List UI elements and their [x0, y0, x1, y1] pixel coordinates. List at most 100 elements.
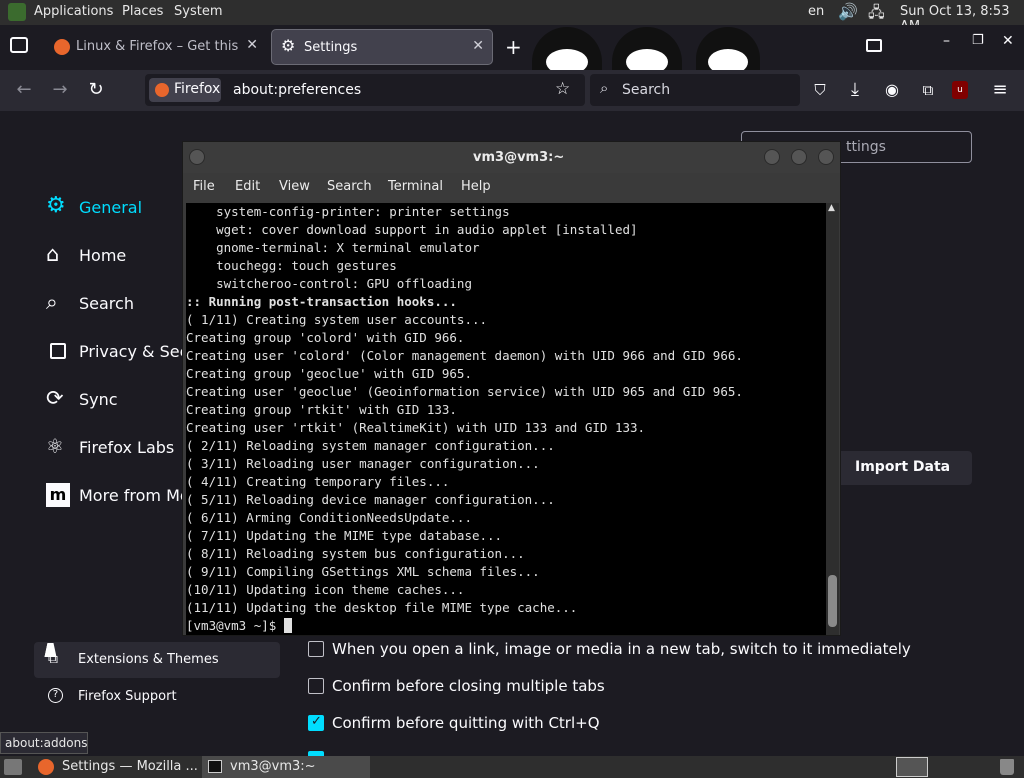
- terminal-line: Creating user 'geoclue' (Geoinformation …: [186, 384, 743, 399]
- tooltip-text: about:addons: [5, 736, 88, 750]
- task-terminal[interactable]: vm3@vm3:~: [202, 756, 370, 778]
- terminal-icon: [208, 760, 222, 773]
- bookmark-star-icon[interactable]: ☆: [555, 79, 570, 99]
- terminal-line: ( 8/11) Reloading system bus configurati…: [186, 546, 525, 561]
- confirm-quit-checkbox[interactable]: ✓: [308, 714, 324, 731]
- tab-list-icon[interactable]: [866, 39, 882, 52]
- network-icon[interactable]: 🖧: [868, 2, 885, 27]
- menu-view[interactable]: View: [279, 179, 310, 194]
- terminal-line: (10/11) Updating icon theme caches...: [186, 582, 465, 597]
- scrollbar-thumb[interactable]: [828, 575, 837, 627]
- scroll-up-arrow-icon[interactable]: ▲: [828, 203, 835, 213]
- new-tab-button[interactable]: +: [505, 35, 522, 59]
- maximize-button[interactable]: [791, 149, 807, 165]
- confirm-quit-label: Confirm before quitting with Ctrl+Q: [332, 714, 600, 732]
- help-icon: ?: [48, 688, 63, 703]
- distro-menu-icon[interactable]: [8, 3, 26, 21]
- search-icon: ⌕: [600, 79, 609, 97]
- tab-label: Linux & Firefox – Get this Th: [76, 39, 238, 54]
- confirm-close-tabs-checkbox[interactable]: [308, 678, 324, 694]
- category-label: Home: [79, 246, 127, 265]
- terminal-line: Creating group 'rtkit' with GID 133.: [186, 402, 457, 417]
- download-icon[interactable]: ⤓: [843, 78, 867, 102]
- terminal-line: ( 1/11) Creating system user accounts...: [186, 312, 488, 327]
- tab-linux-firefox[interactable]: Linux & Firefox – Get this Th ✕: [44, 29, 266, 65]
- search-icon: ⌕: [46, 290, 58, 314]
- switch-to-new-tab-checkbox[interactable]: [308, 641, 324, 657]
- terminal-scrollbar[interactable]: ▲: [826, 203, 839, 635]
- close-button[interactable]: [818, 149, 834, 165]
- import-data-label: Import Data: [855, 459, 951, 475]
- terminal-output[interactable]: system-config-printer: printer settings …: [186, 203, 826, 635]
- menu-terminal[interactable]: Terminal: [388, 179, 443, 194]
- bottom-taskbar: Settings — Mozilla ... vm3@vm3:~: [0, 756, 1024, 778]
- close-icon[interactable]: ✕: [246, 37, 258, 53]
- task-label: vm3@vm3:~: [230, 759, 316, 774]
- import-data-button[interactable]: Import Data: [821, 451, 972, 485]
- terminal-line: :: Running post-transaction hooks...: [186, 294, 457, 309]
- trash-icon[interactable]: [1000, 759, 1014, 775]
- terminal-menubar: File Edit View Search Terminal Help: [183, 173, 840, 201]
- terminal-line: system-config-printer: printer settings: [186, 204, 510, 219]
- minimize-button[interactable]: –: [943, 33, 950, 49]
- terminal-line: ( 7/11) Updating the MIME type database.…: [186, 528, 503, 543]
- footer-extensions-themes[interactable]: ⧉ Extensions & Themes: [34, 642, 280, 678]
- firefox-view-icon[interactable]: [10, 37, 28, 53]
- menu-search[interactable]: Search: [327, 179, 372, 194]
- tab-settings[interactable]: ⚙ Settings ✕: [271, 29, 493, 65]
- account-icon[interactable]: ◉: [880, 78, 904, 102]
- back-arrow-icon[interactable]: ←: [12, 78, 36, 102]
- terminal-line: ( 2/11) Reloading system manager configu…: [186, 438, 555, 453]
- reload-icon[interactable]: ↻: [84, 78, 108, 102]
- search-bar[interactable]: ⌕ Search: [590, 74, 800, 106]
- url-bar[interactable]: Firefox about:preferences ☆: [145, 74, 585, 106]
- menu-system[interactable]: System: [174, 4, 222, 19]
- terminal-line: Creating group 'colord' with GID 966.: [186, 330, 465, 345]
- close-window-button[interactable]: ✕: [1002, 33, 1014, 49]
- workspace-switcher[interactable]: [896, 757, 928, 777]
- task-firefox[interactable]: Settings — Mozilla ...: [32, 756, 198, 778]
- identity-box[interactable]: Firefox: [149, 78, 221, 102]
- terminal-line: ( 6/11) Arming ConditionNeedsUpdate...: [186, 510, 472, 525]
- menu-help[interactable]: Help: [461, 179, 491, 194]
- terminal-title: vm3@vm3:~: [473, 150, 565, 165]
- pocket-icon[interactable]: ⛉: [808, 78, 832, 102]
- menu-places[interactable]: Places: [122, 4, 163, 19]
- tab-label: Settings: [304, 40, 358, 55]
- terminal-titlebar[interactable]: vm3@vm3:~: [183, 142, 840, 173]
- sync-icon: ⟳: [46, 386, 64, 410]
- forward-arrow-icon[interactable]: →: [48, 78, 72, 102]
- switch-to-new-tab-label: When you open a link, image or media in …: [332, 640, 911, 658]
- window-menu-button[interactable]: [189, 149, 205, 165]
- top-panel: Applications Places System en 🔊 🖧 Sun Oc…: [0, 0, 1024, 34]
- minimize-button[interactable]: [764, 149, 780, 165]
- terminal-line: touchegg: touch gestures: [186, 258, 397, 273]
- firefox-tab-icon: [54, 39, 70, 55]
- menu-file[interactable]: File: [193, 179, 215, 194]
- menu-icon[interactable]: ≡: [988, 78, 1012, 102]
- menu-applications[interactable]: Applications: [34, 4, 113, 19]
- terminal-line: ( 4/11) Creating temporary files...: [186, 474, 450, 489]
- volume-icon[interactable]: 🔊: [838, 2, 858, 21]
- close-icon[interactable]: ✕: [472, 38, 484, 54]
- url-text: about:preferences: [233, 82, 362, 98]
- firefox-icon: [38, 759, 54, 775]
- lock-icon: [50, 343, 66, 359]
- browser-tab-bar: Linux & Firefox – Get this Th ✕ ⚙ Settin…: [0, 25, 1024, 109]
- keyboard-layout[interactable]: en: [808, 4, 824, 19]
- terminal-line: Creating group 'geoclue' with GID 965.: [186, 366, 472, 381]
- terminal-line: (11/11) Updating the desktop file MIME t…: [186, 600, 578, 615]
- task-label: Settings — Mozilla ...: [62, 759, 198, 774]
- footer-firefox-support[interactable]: ? Firefox Support: [34, 683, 280, 713]
- menu-edit[interactable]: Edit: [235, 179, 260, 194]
- identity-label: Firefox: [174, 81, 221, 97]
- terminal-line: wget: cover download support in audio ap…: [186, 222, 638, 237]
- terminal-line: ( 9/11) Compiling GSettings XML schema f…: [186, 564, 540, 579]
- show-desktop-icon[interactable]: [4, 759, 22, 775]
- gear-icon: ⚙: [46, 193, 66, 218]
- maximize-button[interactable]: ❐: [972, 33, 984, 48]
- firefox-logo-icon: [155, 83, 169, 97]
- extensions-icon[interactable]: ⧉: [916, 78, 940, 102]
- ublock-icon[interactable]: u: [952, 81, 968, 99]
- category-label: General: [79, 198, 143, 217]
